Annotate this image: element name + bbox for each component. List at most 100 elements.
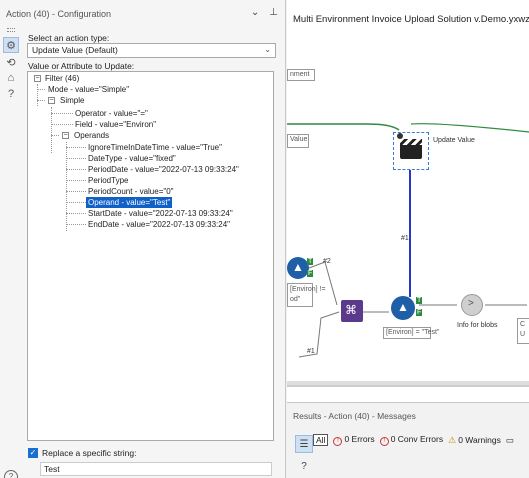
tree-line <box>66 142 67 231</box>
true-anchor: T <box>307 258 314 265</box>
select-icon: > <box>468 298 474 309</box>
tree-line <box>37 84 38 106</box>
tree-line <box>66 180 86 181</box>
tree-line <box>37 100 45 101</box>
tree-line <box>51 113 73 114</box>
tree-item-period-count[interactable]: PeriodCount - value="0" <box>88 186 174 197</box>
filter-tool-environ[interactable]: ▲ <box>391 296 415 320</box>
warnings-filter[interactable]: ⚠ 0 Warnings <box>448 435 501 446</box>
connection-icon[interactable]: ⟲ <box>3 54 19 70</box>
conv-errors-filter[interactable]: ! 0 Conv Errors <box>379 434 444 446</box>
tree-item-period-type[interactable]: PeriodType <box>88 175 128 186</box>
configuration-panel: Action (40) - Configuration ⌄ ⊥ ⚙ ⟲ ⌂ ? … <box>0 0 286 478</box>
tree-item-simple[interactable]: Simple <box>60 95 84 106</box>
comment-box[interactable]: nment <box>287 69 315 81</box>
action-type-label: Select an action type: <box>28 33 110 43</box>
help-icon[interactable]: ? <box>4 470 18 478</box>
help-icon[interactable]: ? <box>295 457 313 475</box>
connection-label: #1 <box>307 348 315 355</box>
replace-string-label: Replace a specific string: <box>42 448 137 458</box>
warnings-label: 0 Warnings <box>458 434 501 445</box>
results-icon-rail: ☰ ? <box>293 433 315 478</box>
tree-line <box>51 124 73 125</box>
tree-item-operand-selected[interactable]: Operand - value="Test" <box>86 197 173 208</box>
filter-expression-line1: [Environ] != <box>290 286 326 293</box>
config-header: Action (40) - Configuration ⌄ ⊥ <box>0 0 286 28</box>
tree-item-field[interactable]: Field - value="Environ" <box>75 119 156 130</box>
action-type-select[interactable]: Update Value (Default) ⌄ <box>27 43 276 58</box>
filter-tool-left[interactable]: ▲ <box>287 257 309 279</box>
false-anchor: F <box>307 270 314 277</box>
tree-line <box>66 213 86 214</box>
config-title: Action (40) - Configuration <box>6 9 112 19</box>
tree-item-end-date[interactable]: EndDate - value="2022-07-13 09:33:24" <box>88 219 230 230</box>
tree-line <box>66 169 86 170</box>
value-box[interactable]: Value <box>287 134 309 148</box>
info-tool[interactable]: > <box>461 294 483 316</box>
errors-filter[interactable]: ! 0 Errors <box>333 434 375 446</box>
error-icon: ! <box>333 437 343 446</box>
right-tool-label[interactable]: C U <box>517 318 529 344</box>
tree-line <box>66 158 86 159</box>
errors-label: 0 Errors <box>344 434 375 444</box>
tree-line <box>66 147 86 148</box>
connection-gray <box>298 311 340 358</box>
tree-item-operator[interactable]: Operator - value="=" <box>75 108 148 119</box>
tree-item-ignore-time[interactable]: IgnoreTimeInDateTime - value="True" <box>88 142 222 153</box>
help-icon[interactable]: ? <box>3 86 19 102</box>
conv-errors-label: 0 Conv Errors <box>390 434 444 444</box>
update-value-tool-selection[interactable] <box>393 132 429 170</box>
filter-expression-box[interactable]: [Environ] != od" <box>287 283 326 307</box>
replace-string-checkbox[interactable]: ✓ <box>28 448 38 458</box>
true-anchor: T <box>416 297 423 304</box>
false-anchor: F <box>416 309 423 316</box>
connection-green <box>287 123 400 131</box>
comment-icon[interactable]: ▭ <box>506 435 514 446</box>
results-panel: Results - Action (40) - Messages ☰ ? All… <box>287 402 529 478</box>
workflow-connections <box>287 123 529 387</box>
collapse-icon[interactable]: − <box>48 97 55 104</box>
gear-icon[interactable]: ⚙ <box>3 37 19 53</box>
tree-item-operands[interactable]: Operands <box>74 130 109 141</box>
chevron-down-icon: ⌄ <box>264 45 271 54</box>
tree-item-start-date[interactable]: StartDate - value="2022-07-13 09:33:24" <box>88 208 233 219</box>
tree-line <box>66 202 86 203</box>
anchor-icon <box>397 133 403 139</box>
info-blobs-label: Info for blobs <box>457 322 498 329</box>
right-tool-label-line2: U <box>520 331 526 338</box>
clapperboard-icon <box>400 139 422 159</box>
tree-item-filter[interactable]: Filter (46) <box>45 73 79 84</box>
filter-icon: ▲ <box>397 300 409 314</box>
pin-icon[interactable]: ⊥ <box>269 7 278 18</box>
app-window: Action (40) - Configuration ⌄ ⊥ ⚙ ⟲ ⌂ ? … <box>0 0 529 478</box>
formula-tool[interactable]: ⌘ <box>341 300 363 322</box>
action-type-value: Update Value (Default) <box>32 45 118 55</box>
connection-gray <box>324 261 338 306</box>
replace-string-input[interactable]: Test <box>40 462 272 476</box>
formula-icon: ⌘ <box>345 303 357 317</box>
tree-line <box>37 89 45 90</box>
value-to-update-label: Value or Attribute to Update: <box>28 61 135 71</box>
tree-line <box>66 191 86 192</box>
collapse-icon[interactable]: − <box>62 132 69 139</box>
connection-green <box>410 123 529 133</box>
filter-expression-box[interactable]: [Environ] = "Test" <box>383 327 439 339</box>
config-icon-rail: ⚙ ⟲ ⌂ ? <box>0 28 22 478</box>
warning-icon: ⚠ <box>448 434 457 445</box>
messages-icon[interactable]: ☰ <box>295 435 313 453</box>
connection-label: #1 <box>401 235 409 242</box>
right-tool-label-line1: C <box>520 321 526 328</box>
tree-item-date-type[interactable]: DateType - value="fixed" <box>88 153 176 164</box>
tag-icon[interactable]: ⌂ <box>3 70 19 86</box>
results-filters: All ! 0 Errors ! 0 Conv Errors ⚠ 0 Warnings… <box>313 434 514 446</box>
chevron-down-icon[interactable]: ⌄ <box>251 7 259 18</box>
all-filter-button[interactable]: All <box>313 434 329 446</box>
workflow-canvas[interactable]: Multi Environment Invoice Upload Solutio… <box>287 0 529 402</box>
value-tree[interactable]: − Filter (46) Mode - value="Simple" − Si… <box>27 71 274 441</box>
tree-item-period-date[interactable]: PeriodDate - value="2022-07-13 09:33:24" <box>88 164 239 175</box>
connection-label: #2 <box>323 258 331 265</box>
filter-expression-line2: od" <box>290 296 301 303</box>
tree-item-mode[interactable]: Mode - value="Simple" <box>48 84 129 95</box>
collapse-icon[interactable]: − <box>34 75 41 82</box>
error-icon: ! <box>379 437 389 446</box>
